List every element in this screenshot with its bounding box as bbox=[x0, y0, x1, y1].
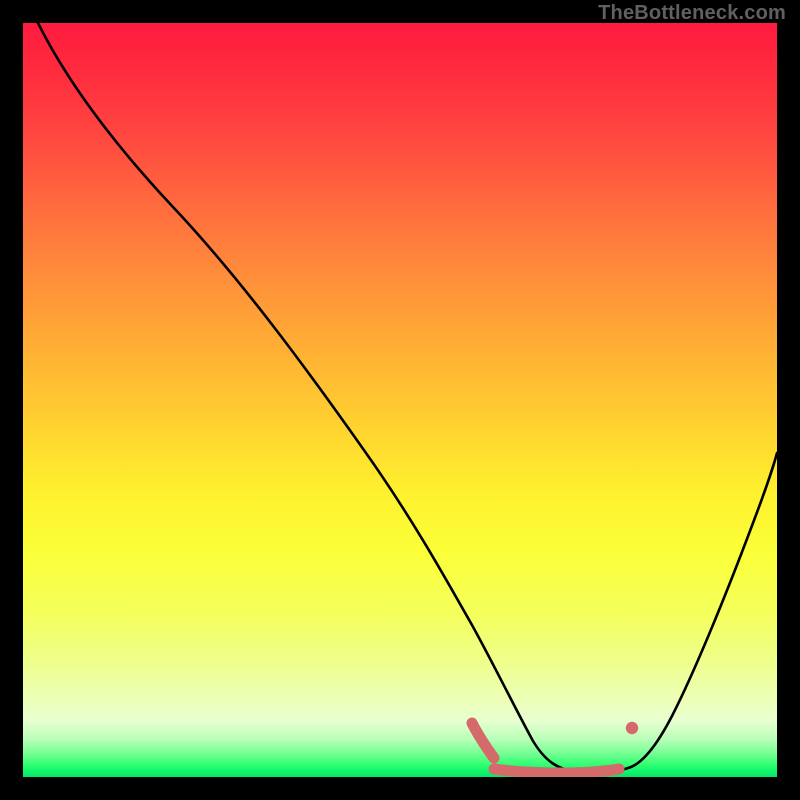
optimum-overlay-left bbox=[472, 723, 494, 758]
watermark-label: TheBottleneck.com bbox=[598, 2, 786, 25]
chart-stage: TheBottleneck.com bbox=[0, 0, 800, 800]
plot-area bbox=[23, 23, 777, 777]
optimum-overlay-valley bbox=[494, 769, 619, 773]
curve-svg bbox=[23, 23, 777, 777]
optimum-end-dot bbox=[626, 722, 638, 734]
bottleneck-curve bbox=[38, 23, 777, 773]
